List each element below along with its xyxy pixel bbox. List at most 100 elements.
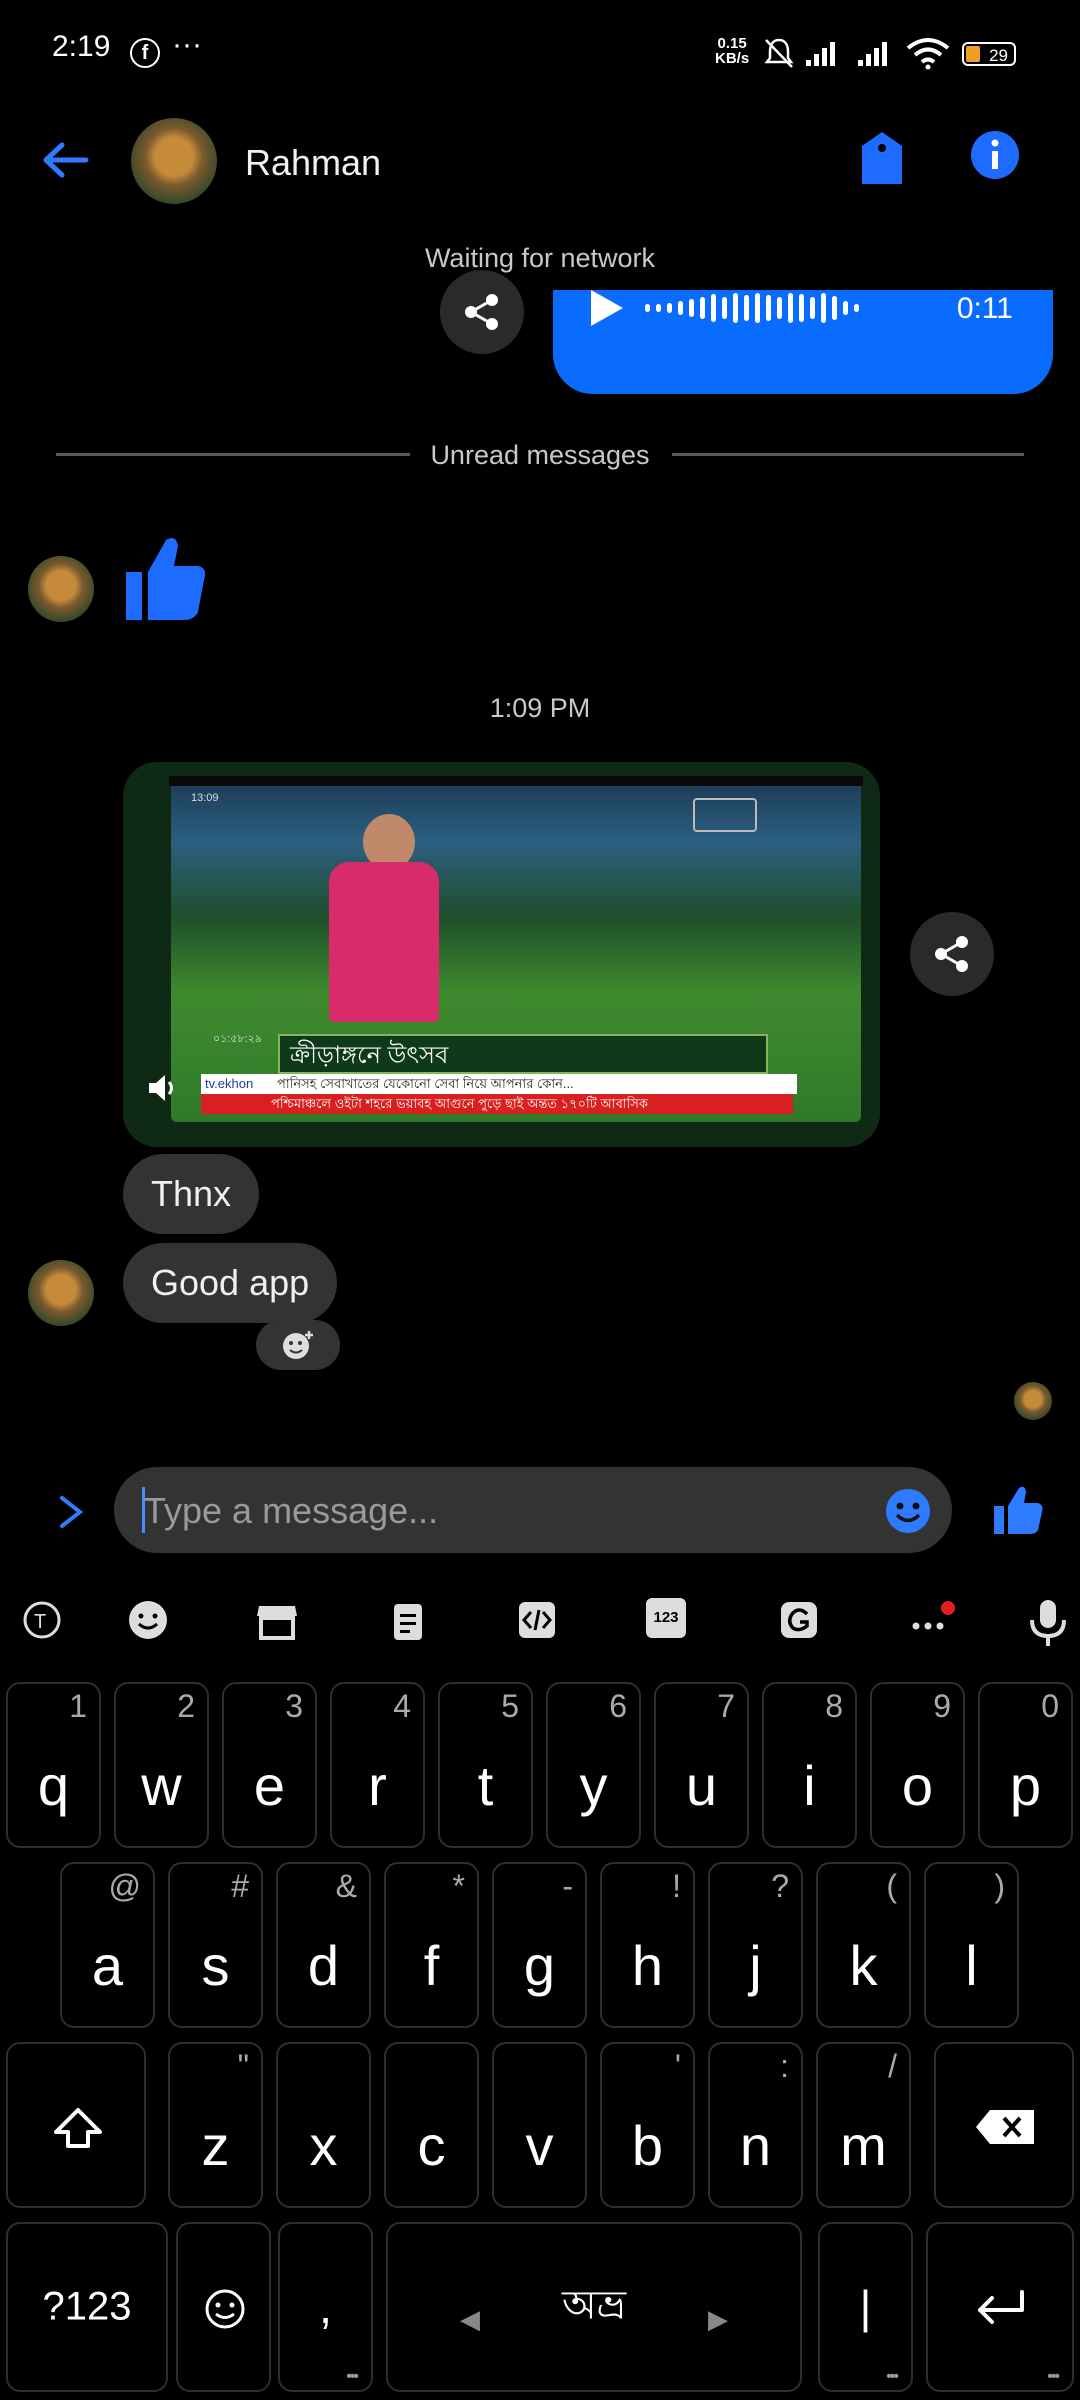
key-z-label: z bbox=[201, 2114, 230, 2177]
symbols-key[interactable]: ?123 bbox=[6, 2222, 168, 2392]
gif-icon[interactable] bbox=[777, 1598, 821, 1642]
key-s[interactable]: # s bbox=[168, 1862, 263, 2028]
emoji-key[interactable] bbox=[176, 2222, 271, 2392]
translate-icon[interactable]: T bbox=[20, 1598, 64, 1642]
key-y-label: y bbox=[579, 1754, 608, 1817]
key-m[interactable]: / m bbox=[816, 2042, 911, 2208]
battery-level: 29 bbox=[989, 46, 1008, 65]
key-h[interactable]: ! h bbox=[600, 1862, 695, 2028]
backspace-key[interactable] bbox=[934, 2042, 1074, 2208]
key-r-alt: 4 bbox=[393, 1688, 411, 1724]
signal-icon-2 bbox=[858, 42, 887, 66]
key-p[interactable]: 0p bbox=[978, 1682, 1073, 1848]
key-j[interactable]: ? j bbox=[708, 1862, 803, 2028]
key-x-label: x bbox=[309, 2114, 338, 2177]
tag-icon[interactable] bbox=[858, 130, 906, 186]
chevron-right-icon[interactable] bbox=[56, 1494, 86, 1530]
contact-name[interactable]: Rahman bbox=[245, 142, 381, 184]
message-input[interactable]: Type a message... bbox=[114, 1467, 952, 1553]
comma-key[interactable]: , ••• bbox=[278, 2222, 373, 2392]
key-b-label: b bbox=[631, 2114, 664, 2177]
key-c[interactable]: c bbox=[384, 2042, 479, 2208]
key-t-label: t bbox=[477, 1754, 494, 1817]
share-icon bbox=[935, 936, 968, 972]
key-y[interactable]: 6y bbox=[546, 1682, 641, 1848]
message-bubble-good-app[interactable]: Good app bbox=[123, 1243, 338, 1323]
enter-key[interactable]: ••• bbox=[926, 2222, 1074, 2392]
key-l[interactable]: ) l bbox=[924, 1862, 1019, 2028]
audio-message[interactable]: 0:11 bbox=[553, 290, 1053, 394]
key-t[interactable]: 5t bbox=[438, 1682, 533, 1848]
key-o-alt: 9 bbox=[933, 1688, 951, 1724]
sender-avatar[interactable] bbox=[28, 556, 94, 622]
tv-frame-top bbox=[169, 776, 863, 786]
key-n[interactable]: :n bbox=[708, 2042, 803, 2208]
key-d-label: d bbox=[307, 1934, 340, 1997]
key-a-alt: @ bbox=[108, 1868, 141, 1904]
emoji-keyboard-icon[interactable] bbox=[126, 1598, 170, 1642]
shift-key[interactable] bbox=[6, 2042, 146, 2208]
network-speed-value: 0.15 bbox=[717, 35, 747, 52]
signal-icon-1 bbox=[806, 42, 835, 66]
key-b[interactable]: ' b bbox=[600, 2042, 695, 2208]
channel-handle: tv.ekhon bbox=[201, 1074, 275, 1094]
key-g-label: g bbox=[523, 1934, 556, 1997]
key-z[interactable]: " z bbox=[168, 2042, 263, 2208]
back-arrow-icon[interactable] bbox=[40, 140, 90, 180]
store-icon[interactable] bbox=[255, 1598, 299, 1642]
video-message[interactable]: 13:09 ০১:৫৮:২৯ ক্রীড়াঙ্গনে উৎসব tv.ekho… bbox=[123, 762, 880, 1147]
microphone-icon[interactable] bbox=[1026, 1598, 1070, 1646]
key-a[interactable]: @ a bbox=[60, 1862, 155, 2028]
time-separator: 1:09 PM bbox=[489, 693, 591, 723]
audio-duration: 0:11 bbox=[956, 292, 1013, 325]
key-l-label: l bbox=[965, 1934, 978, 1997]
message-bubble-thnx[interactable]: Thnx bbox=[123, 1154, 260, 1234]
key-w[interactable]: 2w bbox=[114, 1682, 209, 1848]
key-b-alt: ' bbox=[674, 2048, 681, 2084]
key-x[interactable]: x bbox=[276, 2042, 371, 2208]
emoji-icon[interactable] bbox=[885, 1488, 931, 1534]
info-icon[interactable] bbox=[970, 130, 1020, 180]
key-q-alt: 1 bbox=[69, 1688, 87, 1724]
more-notifications-icon: ··· bbox=[172, 28, 202, 61]
key-m-alt: / bbox=[888, 2048, 897, 2084]
share-icon bbox=[465, 294, 498, 330]
key-n-label: n bbox=[739, 2114, 772, 2177]
channel-logo bbox=[693, 798, 757, 832]
key-q[interactable]: 1q bbox=[6, 1682, 101, 1848]
key-k[interactable]: (k bbox=[816, 1862, 911, 2028]
symbols-key-label: ?123 bbox=[42, 2284, 132, 2329]
more-options-icon[interactable] bbox=[908, 1598, 955, 1642]
key-d[interactable]: & d bbox=[276, 1862, 371, 2028]
play-icon[interactable] bbox=[587, 288, 627, 330]
volume-icon[interactable] bbox=[145, 1070, 181, 1106]
key-i[interactable]: 8i bbox=[762, 1682, 857, 1848]
key-o[interactable]: 9o bbox=[870, 1682, 965, 1848]
key-u-label: u bbox=[685, 1754, 718, 1817]
presenter-body bbox=[329, 862, 439, 1022]
code-icon[interactable] bbox=[515, 1598, 559, 1642]
key-u[interactable]: 7u bbox=[654, 1682, 749, 1848]
share-audio-button[interactable] bbox=[440, 270, 524, 354]
space-key-label: অভ্র bbox=[561, 2283, 627, 2328]
number-pad-icon[interactable]: 123 bbox=[646, 1598, 690, 1642]
smiley-icon bbox=[205, 2289, 245, 2329]
mute-icon bbox=[764, 38, 794, 68]
contact-avatar[interactable] bbox=[131, 118, 217, 204]
thumbs-up-message-icon[interactable] bbox=[122, 532, 208, 624]
key-e[interactable]: 3e bbox=[222, 1682, 317, 1848]
add-reaction-button[interactable] bbox=[256, 1320, 340, 1370]
period-key[interactable]: | ••• bbox=[818, 2222, 913, 2392]
key-f[interactable]: * f bbox=[384, 1862, 479, 2028]
video-caption: ক্রীড়াঙ্গনে উৎসব bbox=[278, 1034, 768, 1074]
thumbs-up-send-icon[interactable] bbox=[992, 1484, 1046, 1536]
space-key[interactable]: ◀ অভ্র ▶ bbox=[386, 2222, 802, 2392]
key-r[interactable]: 4r bbox=[330, 1682, 425, 1848]
share-video-button[interactable] bbox=[910, 912, 994, 996]
key-h-label: h bbox=[631, 1934, 664, 1997]
key-g[interactable]: -g bbox=[492, 1862, 587, 2028]
unread-divider-label: Unread messages bbox=[430, 440, 650, 470]
clipboard-icon[interactable] bbox=[386, 1598, 430, 1642]
sender-avatar[interactable] bbox=[28, 1260, 94, 1326]
key-v[interactable]: v bbox=[492, 2042, 587, 2208]
